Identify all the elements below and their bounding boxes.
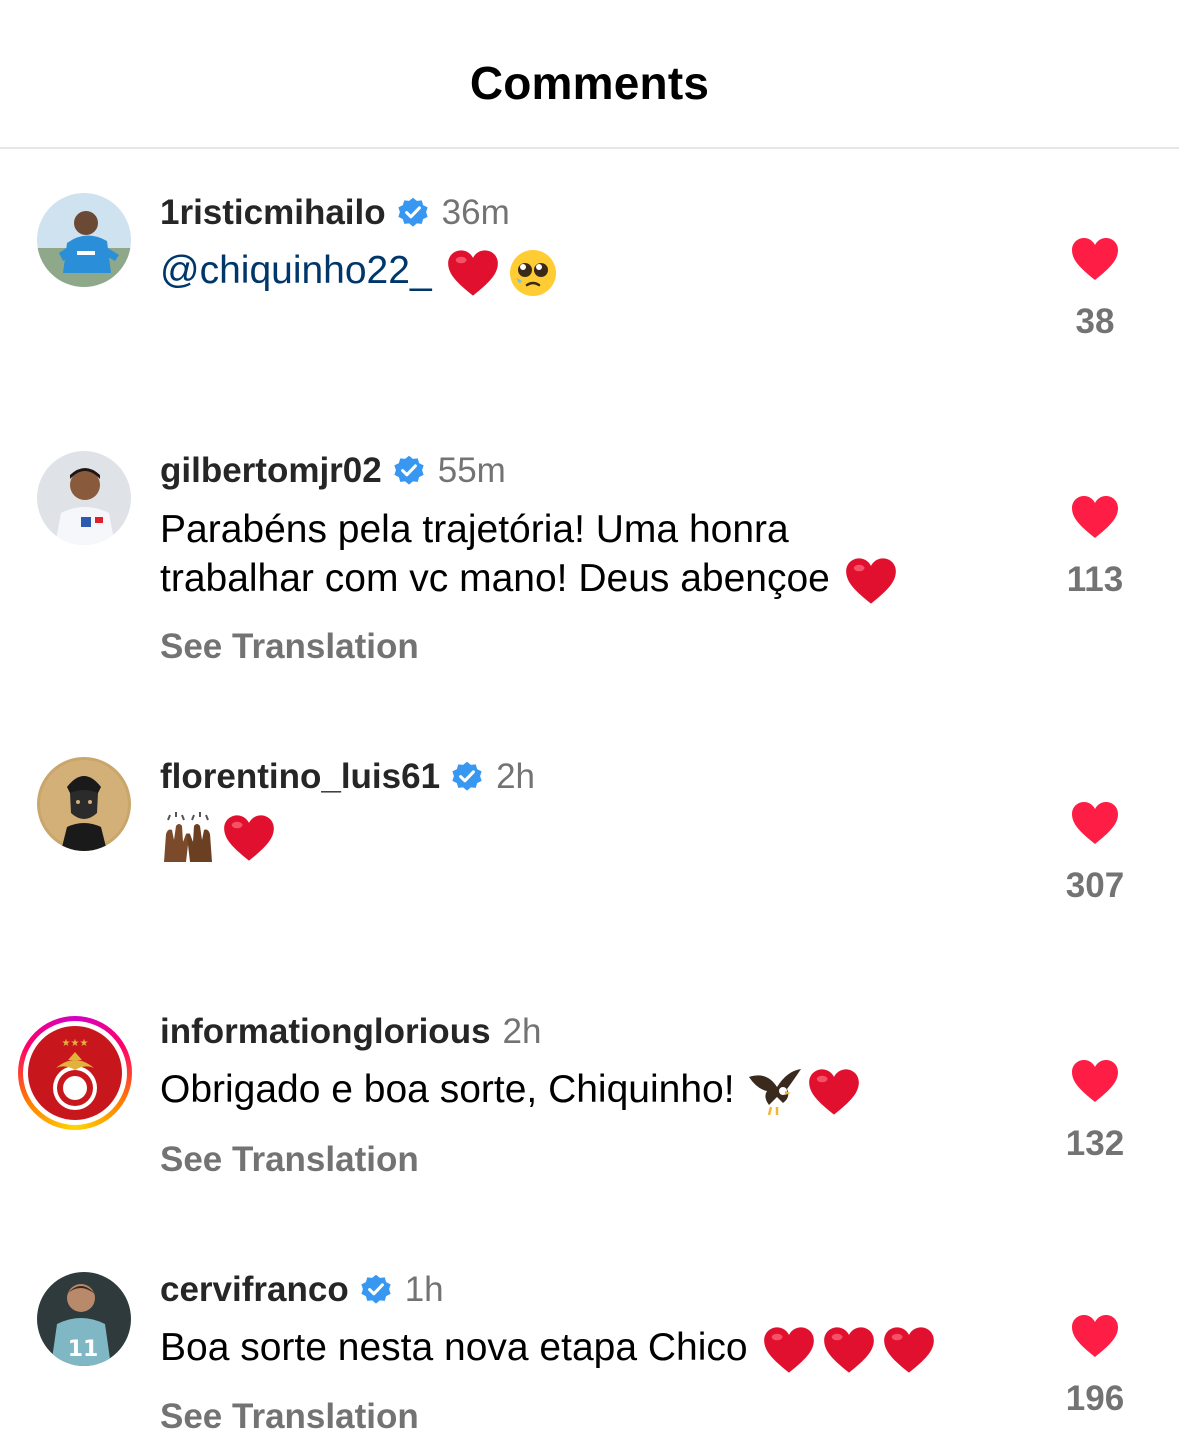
svg-text:11: 11 [68, 1337, 99, 1362]
heart-icon[interactable] [1070, 494, 1120, 540]
comment-text-line: Obrigado e boa sorte, Chiquinho! [160, 1068, 735, 1111]
comment-text: @chiquinho22_ [160, 246, 1040, 298]
username[interactable]: cervifranco [160, 1270, 349, 1310]
heart-icon[interactable] [1070, 800, 1120, 846]
avatar[interactable]: 11 [37, 1272, 131, 1366]
username[interactable]: florentino_luis61 [160, 757, 440, 797]
comment-text-line: Boa sorte nesta nova etapa Chico [160, 1326, 748, 1369]
heart-icon[interactable] [1070, 1313, 1120, 1359]
comment-text: Boa sorte nesta nova etapa Chico [160, 1323, 1040, 1375]
red-heart-icon [823, 1327, 874, 1373]
story-ring[interactable]: ★★★ [18, 1016, 132, 1130]
comment-meta: informationglorious 2h [160, 1010, 541, 1054]
like-count: 196 [1065, 1379, 1125, 1418]
eagle-icon [748, 1068, 801, 1116]
red-heart-icon [883, 1327, 934, 1373]
pleading-face-icon [509, 249, 556, 296]
red-heart-icon [224, 815, 274, 861]
like-count: 113 [1066, 560, 1124, 599]
username[interactable]: informationglorious [160, 1012, 491, 1052]
verified-badge-icon [394, 455, 424, 485]
comment-time: 2h [502, 1012, 542, 1051]
username[interactable]: gilbertomjr02 [160, 451, 382, 491]
see-translation-button[interactable]: See Translation [160, 627, 419, 667]
comment-time: 2h [496, 757, 535, 796]
comment-time: 1h [404, 1270, 444, 1309]
avatar[interactable] [37, 451, 131, 545]
like-control: 38 [1054, 236, 1136, 342]
verified-badge-icon [361, 1274, 391, 1304]
comment-text-line: Parabéns pela trajetória! Uma honra [160, 508, 789, 551]
like-count: 38 [1075, 302, 1115, 341]
avatar[interactable] [37, 193, 131, 287]
mention-link[interactable]: @chiquinho22_ [160, 249, 432, 292]
heart-icon[interactable] [1070, 1058, 1120, 1104]
like-control: 196 [1054, 1313, 1136, 1419]
verified-badge-icon [452, 761, 482, 791]
avatar[interactable] [37, 757, 131, 851]
comment-meta: florentino_luis61 2h [160, 755, 535, 799]
raising-hands-icon [164, 811, 212, 862]
red-heart-icon [846, 558, 896, 604]
like-count: 132 [1065, 1124, 1125, 1163]
comment-meta: cervifranco 1h [160, 1268, 444, 1312]
comment-text-line: trabalhar com vc mano! Deus abençoe [160, 557, 830, 600]
comment-time: 55m [437, 451, 506, 490]
comment-text: Parabéns pela trajetória! Uma honra trab… [160, 505, 1040, 606]
like-count: 307 [1065, 866, 1125, 905]
like-control: 113 [1054, 494, 1136, 600]
username[interactable]: 1risticmihailo [160, 193, 386, 233]
verified-badge-icon [398, 197, 428, 227]
comments-header: Comments [0, 0, 1179, 149]
see-translation-button[interactable]: See Translation [160, 1397, 419, 1437]
like-control: 307 [1054, 800, 1136, 906]
comment-meta: 1risticmihailo 36m [160, 191, 510, 235]
red-heart-icon [447, 250, 498, 296]
comment-text [160, 811, 1040, 864]
red-heart-icon [763, 1327, 814, 1373]
red-heart-icon [808, 1069, 859, 1115]
see-translation-button[interactable]: See Translation [160, 1140, 419, 1180]
page-title: Comments [469, 57, 710, 109]
comment-time: 36m [441, 193, 510, 232]
comment-text: Obrigado e boa sorte, Chiquinho! [160, 1065, 1040, 1117]
comment-meta: gilbertomjr02 55m [160, 449, 506, 493]
svg-text:★★★: ★★★ [62, 1038, 89, 1049]
heart-icon[interactable] [1070, 236, 1120, 282]
avatar: ★★★ [28, 1026, 122, 1120]
like-control: 132 [1054, 1058, 1136, 1164]
